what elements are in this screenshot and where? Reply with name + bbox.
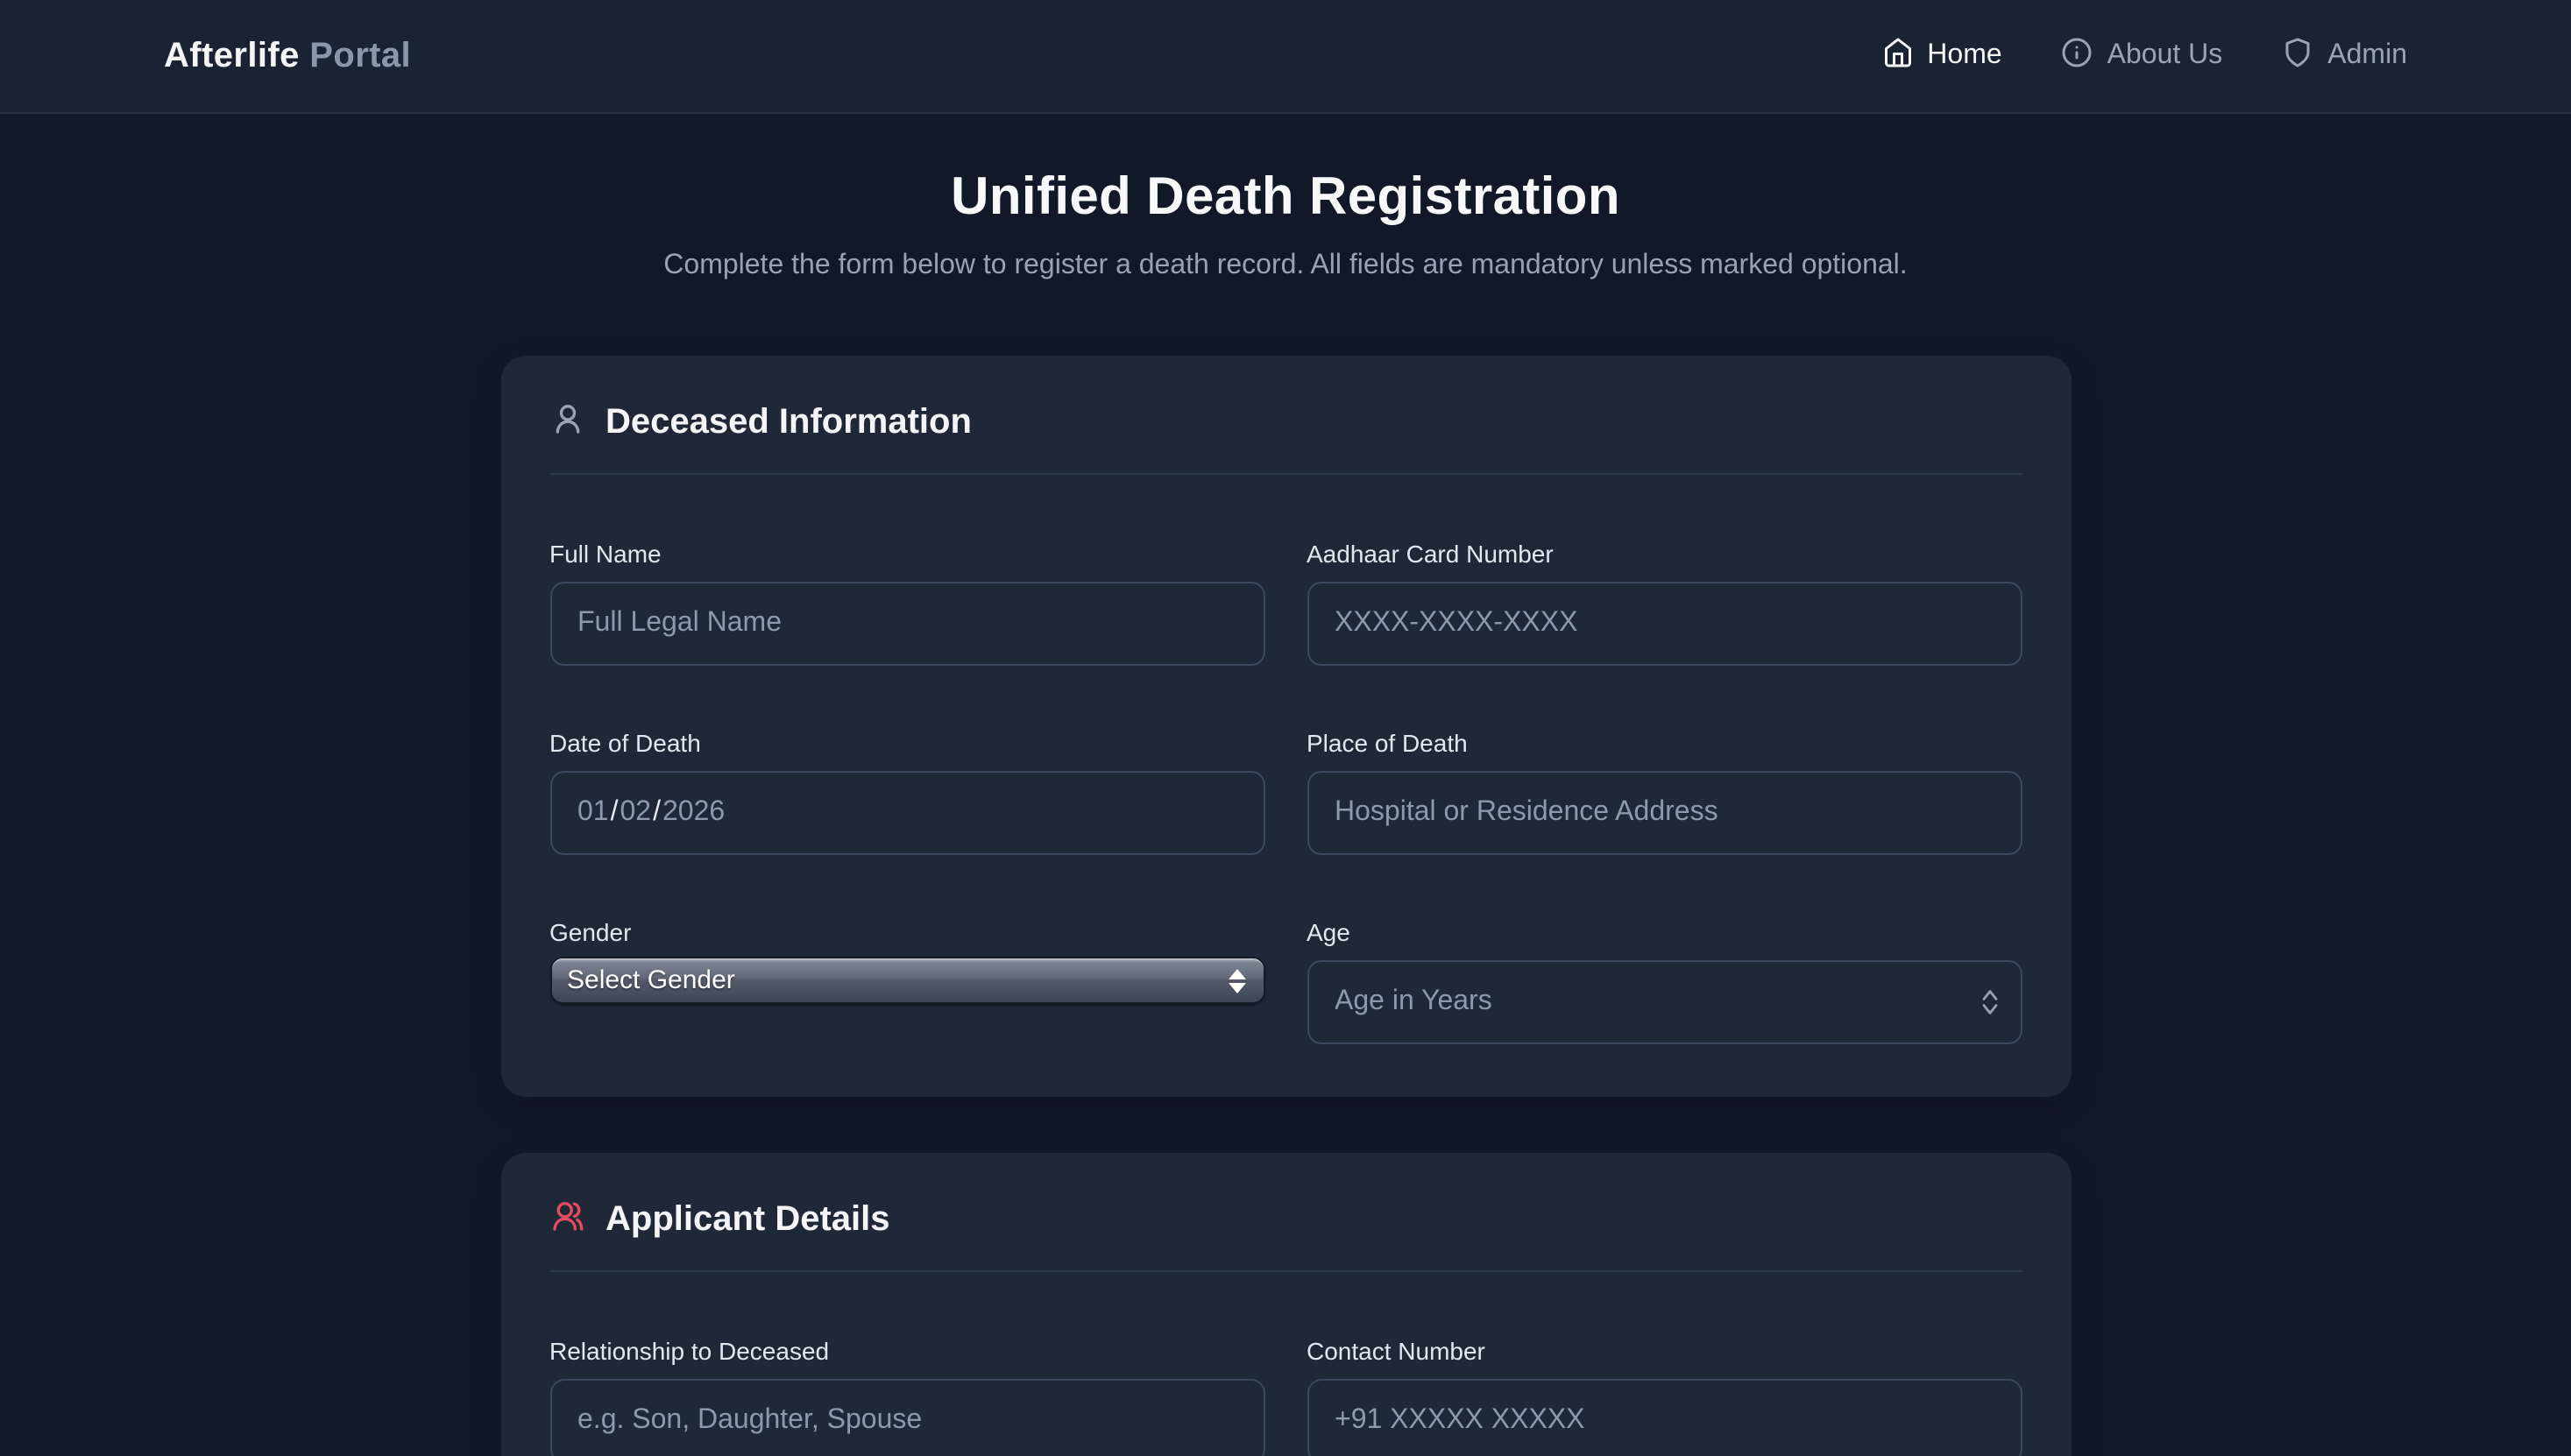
date-of-death-field-group: Date of Death 01 / 02 / 2026 bbox=[549, 729, 1264, 855]
aadhaar-input[interactable] bbox=[1307, 582, 2022, 666]
aadhaar-label: Aadhaar Card Number bbox=[1307, 540, 2022, 568]
deceased-information-card: Deceased Information Full Name Aadhaar C… bbox=[500, 356, 2071, 1097]
full-name-label: Full Name bbox=[549, 540, 1264, 568]
aadhaar-field-group: Aadhaar Card Number bbox=[1307, 540, 2022, 666]
section-title: Deceased Information bbox=[606, 403, 972, 443]
home-icon bbox=[1881, 36, 1913, 76]
relationship-label: Relationship to Deceased bbox=[549, 1337, 1264, 1365]
full-name-input[interactable] bbox=[549, 582, 1264, 666]
age-label: Age bbox=[1307, 918, 2022, 946]
gender-field-group: Gender Select Gender bbox=[549, 918, 1264, 1044]
applicant-details-card: Applicant Details Relationship to Deceas… bbox=[500, 1153, 2071, 1456]
date-separator: / bbox=[651, 797, 662, 829]
page-subtitle: Complete the form below to register a de… bbox=[0, 247, 2571, 286]
top-navbar: Afterlife Portal Home About Us bbox=[0, 0, 2571, 114]
select-updown-icon bbox=[1228, 968, 1245, 993]
relationship-field-group: Relationship to Deceased bbox=[549, 1337, 1264, 1456]
user-icon bbox=[549, 401, 584, 445]
nav-item-label: About Us bbox=[2107, 40, 2223, 72]
main-content: Unified Death Registration Complete the … bbox=[0, 114, 2571, 1456]
brand-logo[interactable]: Afterlife Portal bbox=[164, 36, 411, 76]
nav-item-label: Admin bbox=[2327, 40, 2407, 72]
gender-label: Gender bbox=[549, 918, 1264, 946]
contact-number-label: Contact Number bbox=[1307, 1337, 2022, 1365]
number-spinner-icon[interactable] bbox=[1980, 989, 1999, 1015]
place-of-death-field-group: Place of Death bbox=[1307, 729, 2022, 855]
page-title: Unified Death Registration bbox=[0, 166, 2571, 230]
info-icon bbox=[2062, 36, 2093, 76]
nav-item-admin[interactable]: Admin bbox=[2282, 36, 2407, 76]
contact-number-field-group: Contact Number bbox=[1307, 1337, 2022, 1456]
users-icon bbox=[549, 1198, 584, 1242]
section-divider bbox=[549, 1270, 2022, 1272]
relationship-input[interactable] bbox=[549, 1379, 1264, 1456]
nav-item-label: Home bbox=[1927, 40, 2001, 72]
date-of-death-input[interactable]: 01 / 02 / 2026 bbox=[549, 771, 1264, 855]
gender-select[interactable]: Select Gender bbox=[549, 957, 1264, 1004]
deceased-section-header: Deceased Information bbox=[549, 401, 2022, 445]
brand-primary: Afterlife bbox=[164, 36, 300, 74]
nav-item-about-us[interactable]: About Us bbox=[2062, 36, 2223, 76]
gender-selected-value: Select Gender bbox=[567, 965, 1228, 995]
age-input[interactable] bbox=[1307, 960, 2022, 1044]
nav-links: Home About Us Admin bbox=[1881, 36, 2407, 76]
place-of-death-input[interactable] bbox=[1307, 771, 2022, 855]
date-of-death-label: Date of Death bbox=[549, 729, 1264, 757]
contact-number-input[interactable] bbox=[1307, 1379, 2022, 1456]
brand-secondary: Portal bbox=[309, 36, 411, 74]
age-field-group: Age bbox=[1307, 918, 2022, 1044]
date-day-segment[interactable]: 01 bbox=[577, 797, 609, 829]
section-divider bbox=[549, 473, 2022, 475]
date-year-segment[interactable]: 2026 bbox=[662, 797, 725, 829]
applicant-section-header: Applicant Details bbox=[549, 1198, 2022, 1242]
full-name-field-group: Full Name bbox=[549, 540, 1264, 666]
nav-item-home[interactable]: Home bbox=[1881, 36, 2001, 76]
date-separator: / bbox=[609, 797, 620, 829]
shield-icon bbox=[2282, 36, 2313, 76]
place-of-death-label: Place of Death bbox=[1307, 729, 2022, 757]
afterlife-portal-page: Afterlife Portal Home About Us bbox=[0, 0, 2571, 1456]
date-month-segment[interactable]: 02 bbox=[620, 797, 652, 829]
section-title: Applicant Details bbox=[606, 1200, 890, 1240]
